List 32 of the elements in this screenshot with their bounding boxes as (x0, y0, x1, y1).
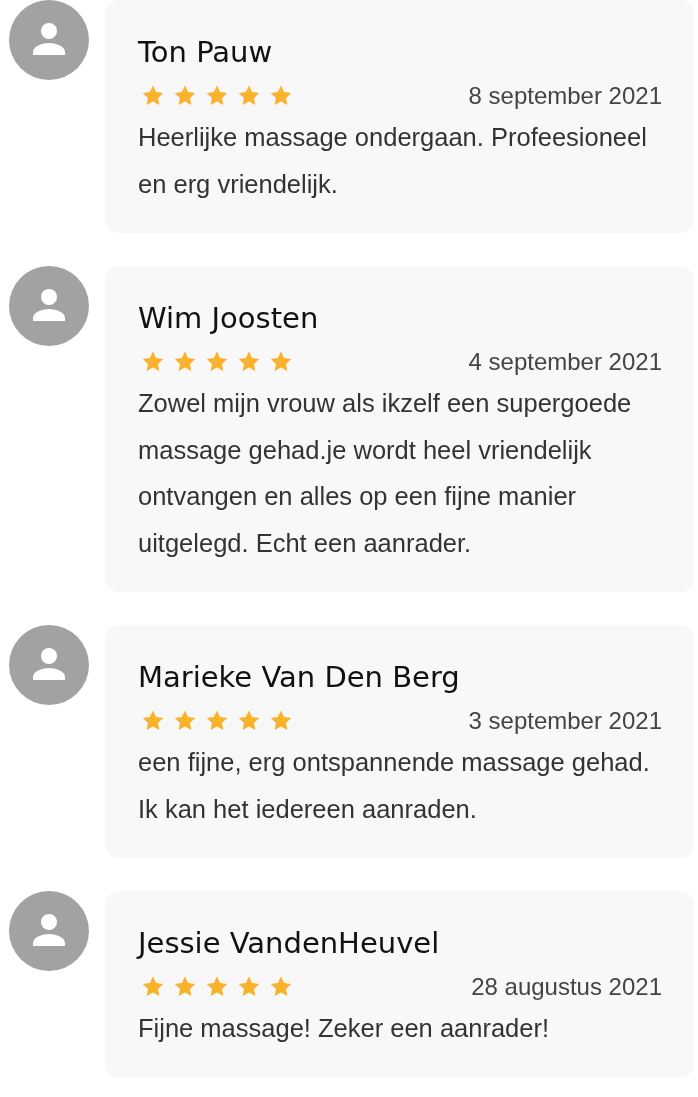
star-icon (237, 975, 261, 999)
star-icon (269, 350, 293, 374)
star-icon (141, 84, 165, 108)
star-icon (173, 975, 197, 999)
star-icon (269, 84, 293, 108)
star-icon (205, 84, 229, 108)
star-icon (237, 84, 261, 108)
review-date: 8 september 2021 (468, 82, 662, 110)
star-icon (237, 350, 261, 374)
reviewer-name: Jessie VandenHeuvel (138, 925, 441, 961)
star-icon (205, 709, 229, 733)
reviewer-name: Wim Joosten (138, 300, 320, 336)
review-text: Heerlijke massage ondergaan. Profeesioneel en erg vriendelijk. (138, 122, 648, 200)
star-icon (173, 84, 197, 108)
star-icon (141, 350, 165, 374)
star-icon (141, 975, 165, 999)
review-text: Zowel mijn vrouw als ikzelf een supergoede massage gehad.je wordt heel vriendelijk ontvangen en alles op een fijne manier uitgelegd. Echt een aanrader. (138, 388, 633, 559)
star-icon (173, 709, 197, 733)
review-text: een fijne, erg ontspannende massage gehad. Ik kan het iedereen aanraden. (138, 747, 651, 825)
star-icon (269, 709, 293, 733)
review-date: 28 augustus 2021 (471, 973, 662, 1001)
star-icon (269, 975, 293, 999)
star-icon (173, 350, 197, 374)
star-icon (237, 709, 261, 733)
review-text: Fijne massage! Zeker een aanrader! (138, 1013, 551, 1044)
reviewer-name: Marieke Van Den Berg (138, 659, 461, 695)
star-icon (205, 350, 229, 374)
reviewer-name: Ton Pauw (138, 34, 274, 70)
star-icon (205, 975, 229, 999)
review-date: 3 september 2021 (468, 707, 662, 735)
review-date: 4 september 2021 (468, 348, 662, 376)
star-icon (141, 709, 165, 733)
